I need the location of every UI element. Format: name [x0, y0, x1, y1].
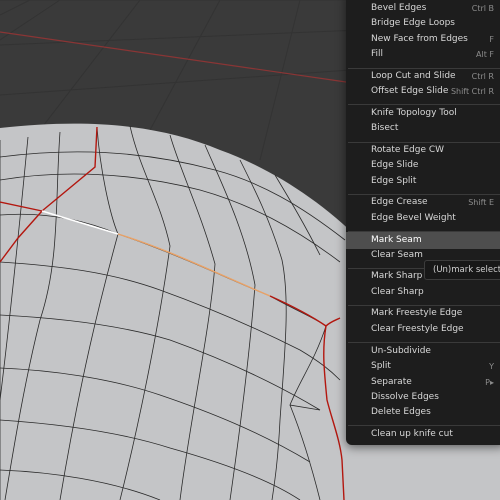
menu-item-label: Clean up knife cut [371, 428, 453, 439]
menu-separator [348, 142, 500, 143]
menu-item-shortcut: Shift E [468, 197, 494, 207]
menu-item-label: Delete Edges [371, 406, 431, 417]
edge-context-menu: Bevel Edges Ctrl B Bridge Edge Loops New Fa… [346, 0, 500, 445]
menu-item-edge-split[interactable]: Edge Split [346, 173, 500, 190]
mark-seam-tooltip: (Un)mark selected [424, 260, 500, 280]
menu-item-label: Offset Edge Slide [371, 85, 449, 96]
menu-item-shortcut: Alt F [476, 49, 494, 59]
menu-separator [348, 231, 500, 232]
menu-separator [348, 425, 500, 426]
menu-item-label: Edge Split [371, 175, 417, 186]
menu-item-label: Clear Freestyle Edge [371, 323, 464, 334]
menu-item-edge-crease[interactable]: Edge Crease Shift E [346, 194, 500, 211]
menu-item-label: Clear Sharp [371, 286, 424, 297]
menu-item-label: Fill [371, 48, 384, 59]
menu-item-label: Edge Bevel Weight [371, 212, 456, 223]
menu-item-split[interactable]: Split Y [346, 358, 500, 375]
menu-item-mark-freestyle-edge[interactable]: Mark Freestyle Edge [346, 305, 500, 322]
menu-separator [348, 305, 500, 306]
menu-item-label: Split [371, 360, 391, 371]
menu-item-bridge-edge-loops[interactable]: Bridge Edge Loops [346, 15, 500, 32]
menu-item-edge-bevel-weight[interactable]: Edge Bevel Weight [346, 210, 500, 227]
menu-item-label: Bridge Edge Loops [371, 17, 455, 28]
menu-item-label: Mark Freestyle Edge [371, 307, 463, 318]
menu-separator [348, 342, 500, 343]
menu-item-clear-sharp[interactable]: Clear Sharp [346, 284, 500, 301]
menu-item-label: Bisect [371, 122, 399, 133]
menu-item-bisect[interactable]: Bisect [346, 120, 500, 137]
menu-item-clean-up-knife-cut[interactable]: Clean up knife cut [346, 426, 500, 443]
menu-item-label: Mark Sharp [371, 270, 423, 281]
menu-separator [348, 104, 500, 105]
menu-item-fill[interactable]: Fill Alt F [346, 46, 500, 63]
menu-item-delete-edges[interactable]: Delete Edges [346, 404, 500, 421]
menu-item-label: Edge Slide [371, 159, 419, 170]
menu-item-clear-freestyle-edge[interactable]: Clear Freestyle Edge [346, 321, 500, 338]
menu-item-shortcut: Shift Ctrl R [450, 86, 494, 96]
menu-item-label: Clear Seam [371, 249, 423, 260]
menu-item-edge-slide[interactable]: Edge Slide [346, 157, 500, 174]
menu-separator [348, 68, 500, 69]
menu-item-label: Edge Crease [371, 196, 428, 207]
menu-item-offset-edge-slide[interactable]: Offset Edge Slide Shift Ctrl R [346, 83, 500, 100]
x-axis-line [0, 31, 347, 83]
menu-item-shortcut: Y [489, 361, 494, 371]
menu-separator [348, 194, 500, 195]
